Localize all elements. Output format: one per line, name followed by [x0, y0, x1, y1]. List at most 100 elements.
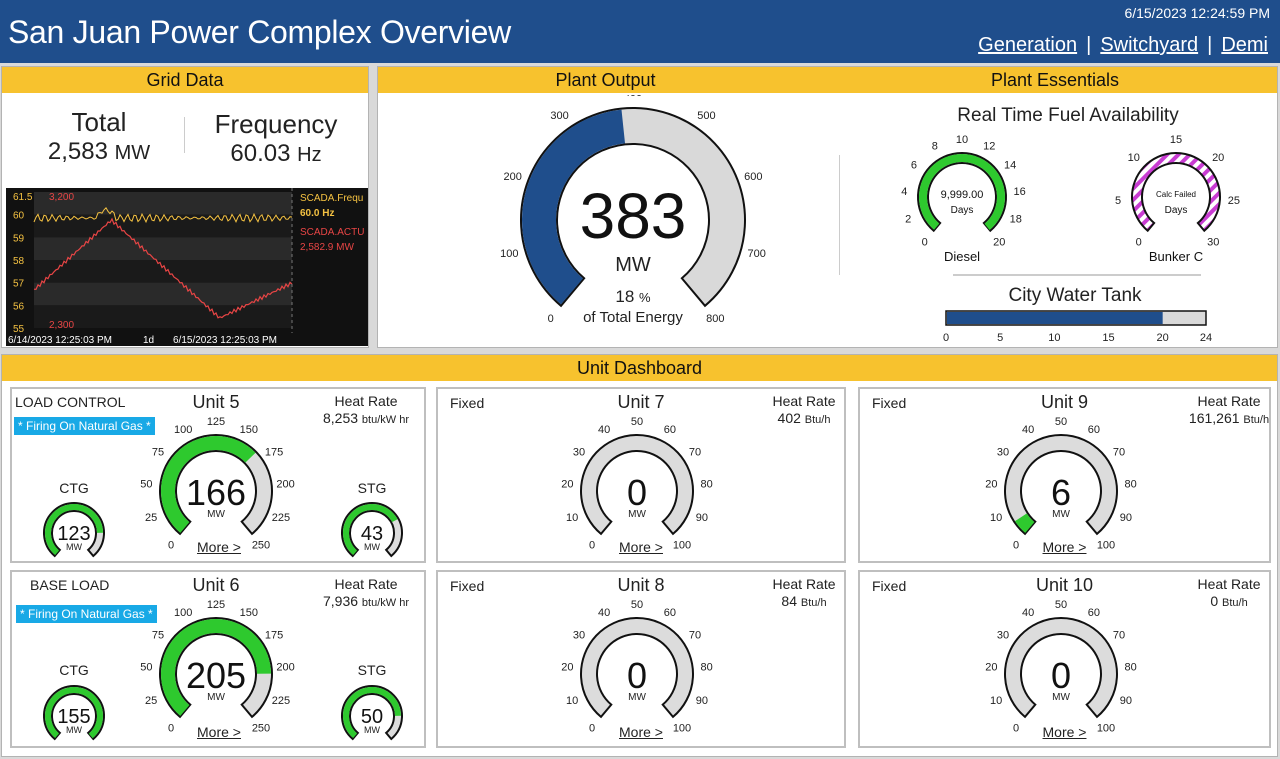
diesel-gauge: 02 4 6 8 10 12 14 16 18 20 9,999.00 Days Diesel	[901, 134, 1026, 264]
unit-name: Unit 9	[1040, 392, 1089, 412]
more-link[interactable]: More >	[1043, 724, 1087, 740]
trend-y-tick: 61.5	[13, 192, 33, 203]
bunker-c-label: Bunker C	[1149, 249, 1203, 264]
nav-link-switchyard[interactable]: Switchyard	[1100, 34, 1198, 57]
unit-mw-value: 6	[1050, 472, 1070, 513]
plant-output-gauge-tick-label: 500	[697, 110, 715, 122]
heat-rate-value: 84	[781, 593, 801, 609]
trend-span: 1d	[143, 335, 154, 346]
unit-card-unit-8: Unit 8 Fixed Heat Rate 84 Btu/h 0 10 20 30 40 50 6…	[436, 570, 846, 748]
trend-chart[interactable]: 61.5 60 59 58 57 56 55 3,200 2,300 SCADA.Frequ 60.…	[6, 188, 368, 346]
diesel-label: Diesel	[944, 249, 980, 264]
unit-mw-value: 166	[186, 472, 246, 513]
plant-output-title: Plant Output	[378, 67, 833, 93]
stg-label: STG	[357, 480, 387, 496]
unit-gauge-tick-label: 80	[1124, 479, 1136, 491]
diesel-gauge-tick-label: 2	[905, 214, 911, 226]
total-label: Total	[71, 107, 127, 137]
ctg-gauge: 123MW	[43, 502, 105, 558]
heat-rate-label: Heat Rate	[334, 393, 398, 409]
nav-link-demi[interactable]: Demi	[1221, 34, 1268, 57]
bunker-c-gauge-tick-label: 0	[1136, 236, 1142, 248]
ctg-unit: MW	[66, 725, 82, 735]
unit-mode: LOAD CONTROL	[15, 394, 126, 410]
unit-gauge-tick-label: 75	[152, 447, 164, 459]
trend-band	[34, 260, 292, 283]
unit-gauge-tick-label: 60	[664, 607, 676, 619]
unit-gauge-tick-label: 40	[598, 424, 610, 436]
trend-end-time: 6/15/2023 12:25:03 PM	[173, 335, 277, 346]
heat-rate-label: Heat Rate	[1197, 576, 1261, 592]
unit-name: Unit 10	[1035, 575, 1094, 595]
bunker-c-gauge-tick-label: 10	[1128, 152, 1140, 164]
stg-gauge: 43MW	[341, 502, 403, 558]
unit-gauge-tick-label: 80	[1124, 662, 1136, 674]
heat-rate-unit: Btu/h	[800, 597, 827, 609]
diesel-unit: Days	[951, 205, 974, 216]
unit-gauge-tick-label: 30	[573, 630, 585, 642]
heat-rate-readout: 7,936 btu/kW hr	[323, 593, 409, 609]
unit-gauge-tick-label: 30	[573, 447, 585, 459]
unit-name: Unit 8	[617, 575, 665, 595]
unit-gauge-tick-label: 20	[985, 662, 997, 674]
trend-band	[34, 237, 292, 260]
trend-start-time: 6/14/2023 12:25:03 PM	[8, 335, 112, 346]
plant-essentials-title: Plant Essentials	[833, 67, 1277, 93]
bunker-c-gauge-tick-label: 15	[1170, 134, 1182, 146]
ctg-label: CTG	[59, 662, 89, 678]
unit-gauge-tick-label: 20	[561, 479, 573, 491]
heat-rate-label: Heat Rate	[334, 576, 398, 592]
more-link[interactable]: More >	[1043, 539, 1087, 555]
more-link[interactable]: More >	[619, 724, 663, 740]
diesel-gauge-tick-label: 18	[1010, 214, 1022, 226]
plant-output-gauge-tick-label: 800	[706, 313, 724, 325]
more-link[interactable]: More >	[197, 724, 241, 740]
unit-mw-unit: MW	[207, 692, 225, 703]
heat-rate-unit: Btu/h	[1222, 597, 1248, 609]
unit-card-unit-10: Unit 10 Fixed Heat Rate 0 Btu/h 0 10 20 30 40 50 6…	[858, 570, 1271, 748]
more-link[interactable]: More >	[619, 539, 663, 555]
diesel-gauge-tick-label: 14	[1004, 159, 1016, 171]
nav-links: Generation | Switchyard | Demi	[978, 34, 1268, 57]
bunker-c-unit: Days	[1165, 205, 1188, 216]
header-bar: San Juan Power Complex Overview 6/15/202…	[0, 0, 1280, 63]
trend-y-tick: 56	[13, 301, 25, 312]
unit-gauge-tick-label: 100	[174, 424, 192, 436]
more-link[interactable]: More >	[197, 539, 241, 555]
bunker-c-gauge-tick-label: 25	[1228, 195, 1240, 207]
plant-panel: Plant Output Plant Essentials 0 100 200 300…	[377, 66, 1278, 348]
unit-gauge-tick-label: 10	[566, 695, 578, 707]
bunker-c-status: Calc Failed	[1156, 190, 1196, 199]
fuel-availability-title: Real Time Fuel Availability	[957, 105, 1179, 126]
city-water-fill	[947, 312, 1163, 324]
unit-gauge-tick-label: 20	[985, 479, 997, 491]
unit-gauge-tick-label: 0	[168, 539, 174, 551]
heat-rate-value: 402	[777, 410, 805, 426]
unit-mw-value: 205	[186, 655, 246, 696]
frequency-unit: Hz	[297, 144, 322, 166]
unit-mode: Fixed	[872, 395, 907, 411]
heat-rate-readout: 8,253 btu/kW hr	[323, 410, 409, 426]
frequency-readout: 60.03 Hz	[230, 140, 321, 168]
unit-gauge-tick-label: 70	[1112, 447, 1124, 459]
heat-rate-value: 8,253	[322, 410, 362, 426]
unit-gauge-tick-label: 10	[989, 512, 1001, 524]
city-water-title: City Water Tank	[1008, 285, 1142, 306]
grid-data-title: Grid Data	[2, 67, 368, 93]
unit-gauge-tick-label: 20	[561, 662, 573, 674]
stg-label: STG	[357, 662, 387, 678]
trend-tag1-name: SCADA.Frequ	[300, 193, 363, 204]
unit-mw-unit: MW	[628, 692, 646, 703]
trend-svg: 61.5 60 59 58 57 56 55 3,200 2,300 SCADA.Frequ 60.…	[8, 188, 364, 346]
unit-card-unit-5: Unit 5 LOAD CONTROL * Firing On Natural Ga…	[10, 387, 426, 563]
unit-gauge-tick-label: 0	[1012, 722, 1018, 734]
unit-gauge-tick-label: 90	[1119, 512, 1131, 524]
trend-upper-label: 3,200	[49, 192, 74, 203]
unit-mw-value: 0	[627, 472, 647, 513]
nav-link-generation[interactable]: Generation	[978, 34, 1077, 57]
ctg-unit: MW	[66, 542, 82, 552]
total-readout: 2,583 MW	[48, 138, 150, 166]
unit-gauge-tick-label: 25	[145, 695, 157, 707]
diesel-gauge-tick-label: 16	[1014, 186, 1026, 198]
unit-gauge-tick-label: 200	[276, 479, 294, 491]
